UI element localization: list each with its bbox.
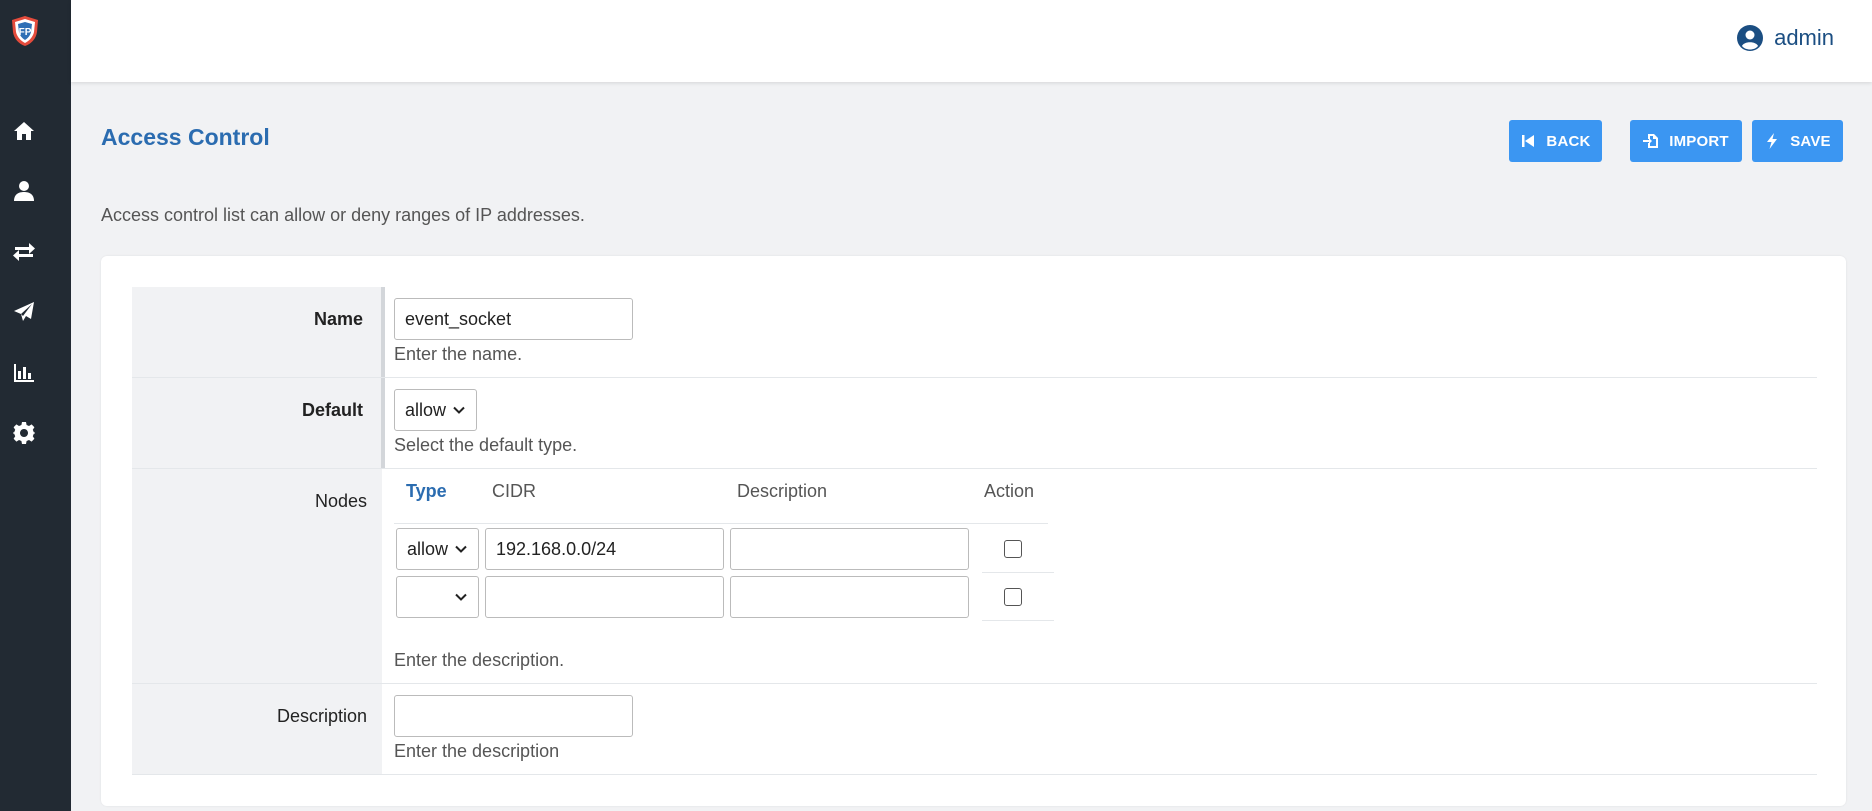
svg-text:FP: FP [19, 27, 32, 38]
node-action-checkbox[interactable] [1004, 540, 1022, 558]
form-row-name: Name Enter the name. [132, 287, 1817, 378]
column-header-description: Description [737, 481, 828, 501]
shield-logo-icon: FP [12, 16, 38, 46]
node-cidr-input[interactable] [485, 528, 724, 570]
description-help: Enter the description [394, 741, 560, 761]
name-input[interactable] [394, 298, 633, 340]
form-card: Name Enter the name. Default allow Selec… [101, 256, 1846, 806]
import-button-label: IMPORT [1669, 132, 1729, 150]
sidebar-item-transfer[interactable] [0, 232, 48, 272]
node-action-checkbox[interactable] [1004, 588, 1022, 606]
node-type-select[interactable] [396, 576, 479, 618]
bolt-icon [1767, 133, 1778, 149]
file-import-icon [1643, 134, 1659, 148]
node-type-value: allow [407, 538, 449, 559]
user-icon [14, 181, 34, 201]
default-field-group: allow Select the default type. [394, 389, 577, 456]
table-divider [394, 523, 1048, 524]
user-name: admin [1774, 25, 1834, 50]
paper-plane-icon [14, 302, 34, 321]
description-input[interactable] [394, 695, 633, 737]
app-logo[interactable]: FP [8, 14, 42, 48]
form-row-nodes: Nodes Type CIDR Description Action allow [132, 469, 1817, 684]
name-help: Enter the name. [394, 344, 523, 364]
nodes-table: Type CIDR Description Action allow 192.1… [394, 469, 1054, 684]
page-title: Access Control [101, 124, 270, 150]
page-description: Access control list can allow or deny ra… [101, 205, 585, 225]
sidebar-item-send[interactable] [0, 292, 48, 332]
nodes-help: Enter the description. [394, 650, 565, 670]
description-label: Description [132, 684, 382, 774]
node-type-select[interactable]: allow [396, 528, 479, 570]
sidebar-item-home[interactable] [0, 111, 48, 151]
node-description-input[interactable] [730, 528, 969, 570]
node-description-input[interactable] [730, 576, 969, 618]
arrows-exchange-icon [13, 243, 35, 261]
nodes-label: Nodes [132, 469, 382, 683]
name-label: Name [132, 287, 385, 377]
default-select-value: allow [405, 399, 447, 420]
column-header-action: Action [984, 481, 1035, 501]
sidebar-item-settings[interactable] [0, 413, 48, 453]
chart-bar-icon [14, 364, 34, 382]
chevron-down-icon [453, 406, 465, 414]
back-button-label: BACK [1546, 132, 1591, 150]
sidebar-item-user[interactable] [0, 171, 48, 211]
save-button-label: SAVE [1790, 132, 1831, 150]
default-help: Select the default type. [394, 435, 578, 455]
user-menu[interactable]: admin [1736, 22, 1834, 54]
top-header: admin [71, 0, 1872, 82]
default-label: Default [132, 378, 385, 468]
form-row-description: Description Enter the description [132, 684, 1817, 775]
column-header-cidr: CIDR [492, 481, 536, 501]
user-circle-icon [1737, 25, 1764, 51]
table-divider [982, 620, 1054, 621]
home-icon [14, 122, 34, 140]
name-field-group: Enter the name. [394, 298, 633, 365]
chevron-down-icon [455, 593, 467, 601]
default-select[interactable]: allow [394, 389, 477, 431]
save-button[interactable]: SAVE [1752, 120, 1843, 162]
column-header-type[interactable]: Type [406, 481, 447, 515]
table-divider [982, 572, 1054, 573]
import-button[interactable]: IMPORT [1630, 120, 1742, 162]
skip-back-icon [1522, 135, 1535, 147]
node-cidr-input[interactable] [485, 576, 724, 618]
sidebar: FP [0, 0, 71, 811]
chevron-down-icon [455, 545, 467, 553]
gear-icon [13, 422, 35, 444]
form-row-default: Default allow Select the default type. [132, 378, 1817, 469]
sidebar-item-reports[interactable] [0, 353, 48, 393]
description-field-group: Enter the description [394, 695, 633, 762]
back-button[interactable]: BACK [1509, 120, 1602, 162]
